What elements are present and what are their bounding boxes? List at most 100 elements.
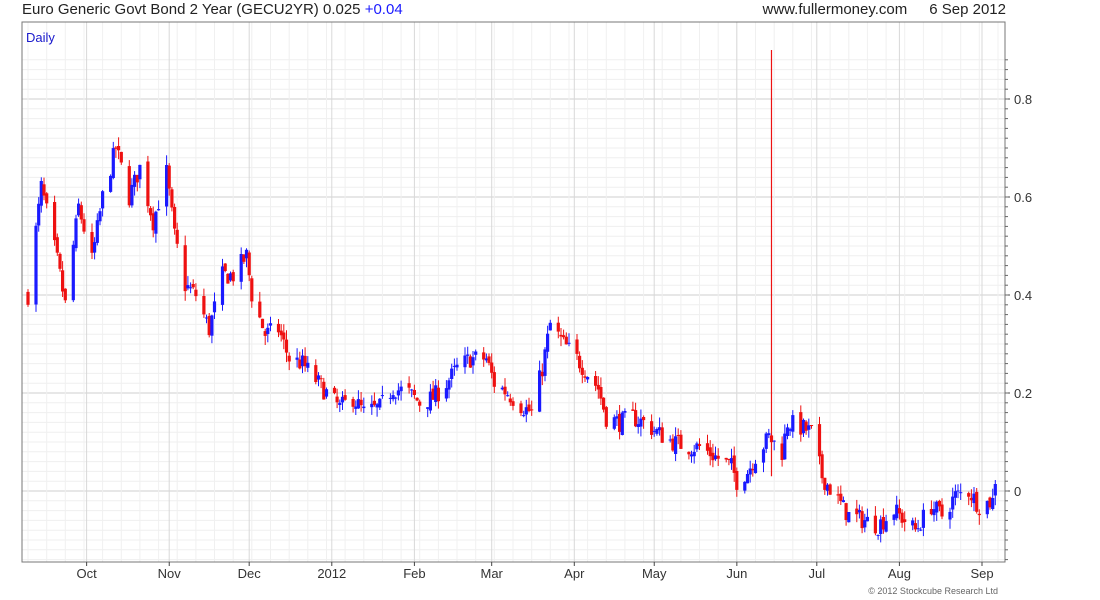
candle-body	[109, 175, 113, 192]
grid	[22, 22, 1005, 562]
candle-body	[474, 351, 478, 355]
candle-body	[828, 484, 832, 495]
candle-body	[753, 463, 758, 474]
copyright-footer: © 2012 Stockcube Research Ltd	[868, 586, 998, 596]
candle-body	[841, 500, 845, 503]
instrument-name: Euro Generic Govt Bond 2 Year (GECU2YR)	[22, 1, 319, 18]
candle-body	[191, 284, 195, 288]
candle-body	[287, 355, 291, 362]
x-tick-label: May	[642, 566, 667, 581]
candle-body	[45, 193, 49, 204]
candle-body	[58, 253, 62, 269]
candle-body	[101, 191, 105, 209]
candle-body	[586, 377, 590, 380]
candle-body	[873, 515, 877, 534]
candle-body	[378, 398, 382, 408]
candle-body	[956, 490, 960, 492]
candle-body	[921, 509, 925, 528]
candle-body	[876, 534, 880, 536]
candle-body	[173, 207, 177, 229]
candle-body	[548, 322, 552, 331]
candle-body	[436, 387, 440, 402]
candle-body	[767, 433, 771, 436]
candle-body	[847, 512, 851, 523]
x-tick-label: Jul	[808, 566, 825, 581]
candle-body	[679, 434, 683, 449]
candle-body	[170, 189, 174, 208]
candle-body	[490, 362, 494, 373]
candle-body	[487, 356, 491, 363]
site-link[interactable]: www.fullermoney.com	[762, 1, 907, 18]
candle-body	[266, 327, 270, 334]
candle-body	[338, 402, 342, 405]
candle-body	[55, 237, 59, 253]
candle-body	[471, 357, 475, 366]
candle-body	[79, 205, 83, 220]
x-tick-label: 2012	[317, 566, 346, 581]
candle-body	[697, 444, 702, 446]
candle-body	[865, 516, 869, 522]
candle-body	[519, 403, 523, 414]
candle-body	[735, 471, 739, 490]
candle-body	[444, 388, 448, 399]
candle-body	[351, 399, 355, 407]
candle-body	[37, 203, 41, 226]
candle-body	[82, 219, 86, 232]
candle-body	[324, 389, 329, 397]
candle-body	[948, 511, 952, 520]
candle-body	[231, 272, 235, 282]
candle-body	[594, 376, 598, 386]
candle-body	[839, 493, 843, 502]
candles	[26, 50, 997, 543]
candle-body	[692, 451, 696, 457]
y-tick-label: 0.4	[1014, 288, 1032, 303]
candle-body	[463, 355, 467, 368]
candle-body	[575, 339, 579, 354]
y-axis-ticks: 0 0.2 0.4 0.6 0.8	[1005, 59, 1032, 561]
candle-body	[783, 433, 787, 460]
candle-body	[183, 245, 187, 292]
price-change: +0.04	[364, 1, 403, 18]
candle-body	[157, 209, 161, 211]
candle-body	[732, 455, 736, 473]
x-tick-label: Feb	[403, 566, 425, 581]
y-tick-label: 0	[1014, 484, 1021, 499]
candle-body	[623, 411, 627, 413]
candle-body	[716, 455, 720, 459]
candle-body	[991, 498, 995, 509]
x-tick-label: Apr	[564, 566, 585, 581]
chart-title: Euro Generic Govt Bond 2 Year (GECU2YR) …	[22, 1, 403, 18]
candle-body	[599, 387, 603, 399]
candle-body	[175, 229, 179, 244]
candle-body	[466, 354, 470, 356]
candle-body	[130, 184, 134, 206]
candle-body	[916, 528, 920, 530]
candle-body	[612, 417, 616, 429]
candle-body	[511, 401, 515, 406]
candle-body	[817, 424, 822, 457]
last-price: 0.025	[322, 1, 361, 18]
x-tick-label: Aug	[888, 566, 911, 581]
candle-body	[642, 417, 646, 421]
candle-body	[202, 296, 206, 315]
candle-body	[556, 322, 560, 332]
candle-body	[189, 287, 193, 289]
candle-body	[306, 362, 310, 368]
candle-body	[61, 270, 65, 292]
candle-body	[319, 378, 323, 380]
x-tick-label: Sep	[970, 566, 993, 581]
y-tick-label: 0.8	[1014, 92, 1032, 107]
x-tick-label: Nov	[158, 566, 182, 581]
candle-body	[903, 519, 907, 522]
candle-body	[418, 401, 422, 406]
chart-date: 6 Sep 2012	[929, 1, 1006, 18]
candle-body	[362, 406, 366, 409]
candle-body	[71, 244, 75, 301]
candle-body	[993, 484, 997, 496]
candle-body	[884, 521, 888, 532]
candle-body	[260, 318, 265, 329]
candle-body	[167, 165, 171, 189]
candle-body	[450, 368, 454, 379]
candle-body	[210, 315, 214, 336]
candle-body	[546, 333, 550, 352]
